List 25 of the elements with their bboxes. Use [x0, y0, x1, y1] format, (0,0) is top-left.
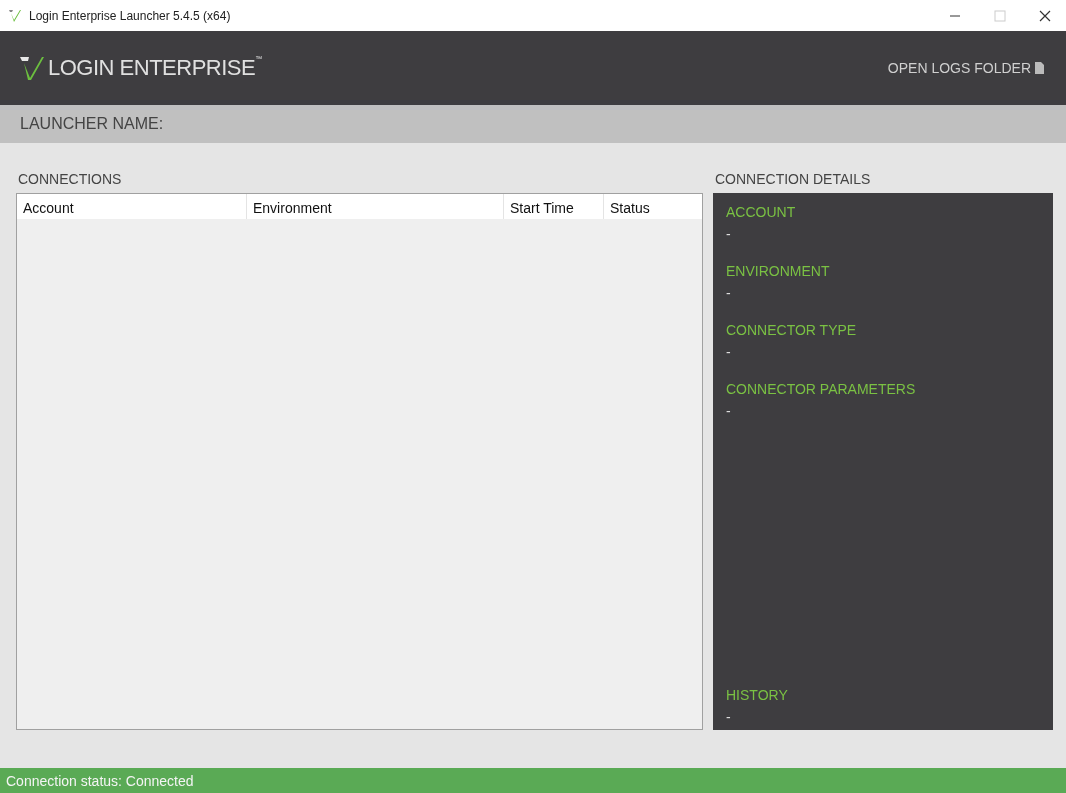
field-value: -: [726, 344, 732, 360]
launcher-name-label: LAUNCHER NAME:: [20, 115, 164, 133]
window-title: Login Enterprise Launcher 5.4.5 (x64): [29, 8, 231, 23]
column-header[interactable]: Account: [17, 194, 247, 219]
field-value: -: [726, 226, 732, 242]
field-value: -: [726, 709, 732, 725]
column-header[interactable]: Start Time: [504, 194, 604, 219]
close-icon[interactable]: [1039, 9, 1051, 22]
field-value: -: [726, 403, 732, 419]
checkmark-logo-icon: [8, 8, 22, 23]
field-label: ACCOUNT: [726, 204, 797, 220]
field-label: CONNECTOR PARAMETERS: [726, 381, 917, 397]
open-logs-folder-button[interactable]: OPEN LOGS FOLDER: [887, 56, 1044, 80]
status-text: Connection status: Connected: [6, 772, 194, 789]
section-title: CONNECTIONS: [18, 171, 123, 187]
section-title: CONNECTION DETAILS: [715, 171, 872, 187]
field-label: ENVIRONMENT: [726, 263, 831, 279]
logo-text: LOGIN ENTERPRISE$^{™}$: [48, 55, 262, 81]
column-header[interactable]: Environment: [247, 194, 504, 219]
field-label: CONNECTOR TYPE: [726, 322, 858, 338]
checkmark-logo-icon: [19, 56, 45, 80]
field-label: HISTORY: [726, 687, 789, 703]
column-header[interactable]: Status: [604, 194, 702, 219]
document-icon: [1035, 62, 1044, 74]
field-value: -: [726, 285, 732, 301]
